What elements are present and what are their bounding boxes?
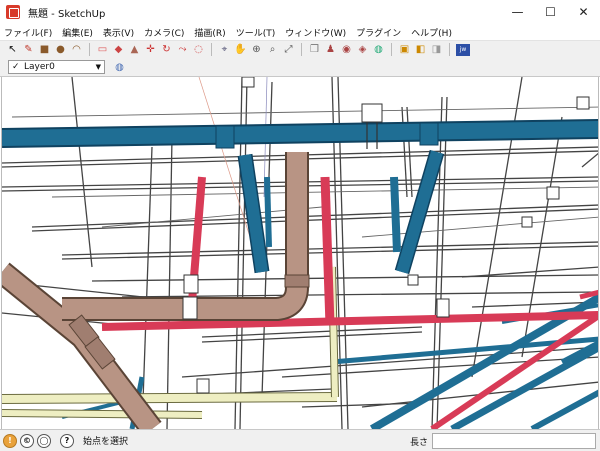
menu-view[interactable]: 表示(V) — [103, 26, 134, 39]
chevron-down-icon: ▼ — [95, 63, 101, 71]
paint-bucket-icon[interactable]: ◆ — [112, 43, 125, 56]
toolbar-separator — [211, 43, 212, 56]
select-icon[interactable]: ↖ — [6, 43, 19, 56]
push-pull-icon[interactable]: ▲ — [128, 43, 141, 56]
circle-icon[interactable]: ● — [54, 43, 67, 56]
model-canvas[interactable] — [2, 77, 599, 429]
component-icon[interactable]: ❒ — [308, 43, 321, 56]
tape-measure-icon[interactable]: ⌖ — [218, 43, 231, 56]
extension-icon[interactable]: ◧ — [414, 43, 427, 56]
warehouse-icon[interactable]: ▣ — [398, 43, 411, 56]
styles-alt-icon[interactable]: ◨ — [430, 43, 443, 56]
menu-plugins[interactable]: プラグイン — [356, 26, 401, 39]
menu-bar: ファイル(F) 編集(E) 表示(V) カメラ(C) 描画(R) ツール(T) … — [0, 24, 600, 40]
measurements-input[interactable] — [432, 433, 596, 449]
arc-icon[interactable]: ◠ — [70, 43, 83, 56]
maximize-button[interactable]: ☐ — [534, 0, 567, 24]
measurements-label: 長さ — [410, 438, 429, 448]
main-toolbar: ↖ ✎ ■ ● ◠ ▭ ◆ ▲ ✛ ↻ ⤳ ◌ ⌖ ✋ ⊕ ⌕ ⤢ ❒ ♟ ◉ … — [0, 40, 600, 58]
toolbar-separator — [89, 43, 90, 56]
styles-icon[interactable]: ◍ — [372, 43, 385, 56]
close-button[interactable]: ✕ — [567, 0, 600, 24]
view-icon[interactable]: ◈ — [356, 43, 369, 56]
menu-draw[interactable]: 描画(R) — [194, 26, 225, 39]
help-icon[interactable]: ? — [60, 433, 74, 448]
walk-icon[interactable]: ♟ — [324, 43, 337, 56]
status-text: 始点を選択 — [83, 437, 129, 447]
pencil-icon[interactable]: ✎ — [22, 43, 35, 56]
jw-icon[interactable]: jw — [456, 43, 470, 56]
minimize-button[interactable]: — — [501, 0, 534, 24]
geo-location-icon[interactable]: ! — [3, 433, 17, 448]
toolbar-separator — [449, 43, 450, 56]
layer-manager-icon[interactable]: ◍ — [113, 61, 126, 74]
follow-me-icon[interactable]: ⤳ — [176, 43, 189, 56]
menu-edit[interactable]: 編集(E) — [62, 26, 93, 39]
rectangle-icon[interactable]: ■ — [38, 43, 51, 56]
layer-name: Layer0 — [24, 62, 55, 72]
menu-help[interactable]: ヘルプ(H) — [411, 26, 452, 39]
rotate-icon[interactable]: ↻ — [160, 43, 173, 56]
main-blue-pipe — [2, 103, 598, 149]
window-title: 無題 - SketchUp — [28, 8, 106, 20]
user-icon[interactable]: ◯ — [37, 433, 51, 448]
status-bar: ! © ◯ ? 始点を選択 長さ — [0, 429, 600, 451]
layer-toolbar: ✓ Layer0 ▼ ◍ — [0, 58, 600, 77]
eraser-icon[interactable]: ▭ — [96, 43, 109, 56]
layer-dropdown[interactable]: ✓ Layer0 ▼ — [8, 60, 105, 74]
zoom-icon[interactable]: ⌕ — [266, 43, 279, 56]
sketchup-app-icon — [6, 5, 20, 19]
toolbar-separator — [391, 43, 392, 56]
menu-window[interactable]: ウィンドウ(W) — [285, 26, 346, 39]
pan-icon[interactable]: ⊕ — [250, 43, 263, 56]
credits-icon[interactable]: © — [20, 433, 34, 448]
orbit-icon[interactable]: ✋ — [234, 43, 247, 56]
menu-camera[interactable]: カメラ(C) — [144, 26, 184, 39]
menu-file[interactable]: ファイル(F) — [4, 26, 52, 39]
drawing-viewport[interactable] — [1, 77, 599, 429]
move-icon[interactable]: ✛ — [144, 43, 157, 56]
title-bar: 無題 - SketchUp — ☐ ✕ — [0, 0, 600, 24]
menu-tools[interactable]: ツール(T) — [236, 26, 276, 39]
offset-icon[interactable]: ◌ — [192, 43, 205, 56]
look-around-icon[interactable]: ◉ — [340, 43, 353, 56]
layer-check-icon: ✓ — [12, 62, 20, 72]
window-controls: — ☐ ✕ — [501, 0, 600, 24]
toolbar-separator — [301, 43, 302, 56]
zoom-extents-icon[interactable]: ⤢ — [282, 43, 295, 56]
